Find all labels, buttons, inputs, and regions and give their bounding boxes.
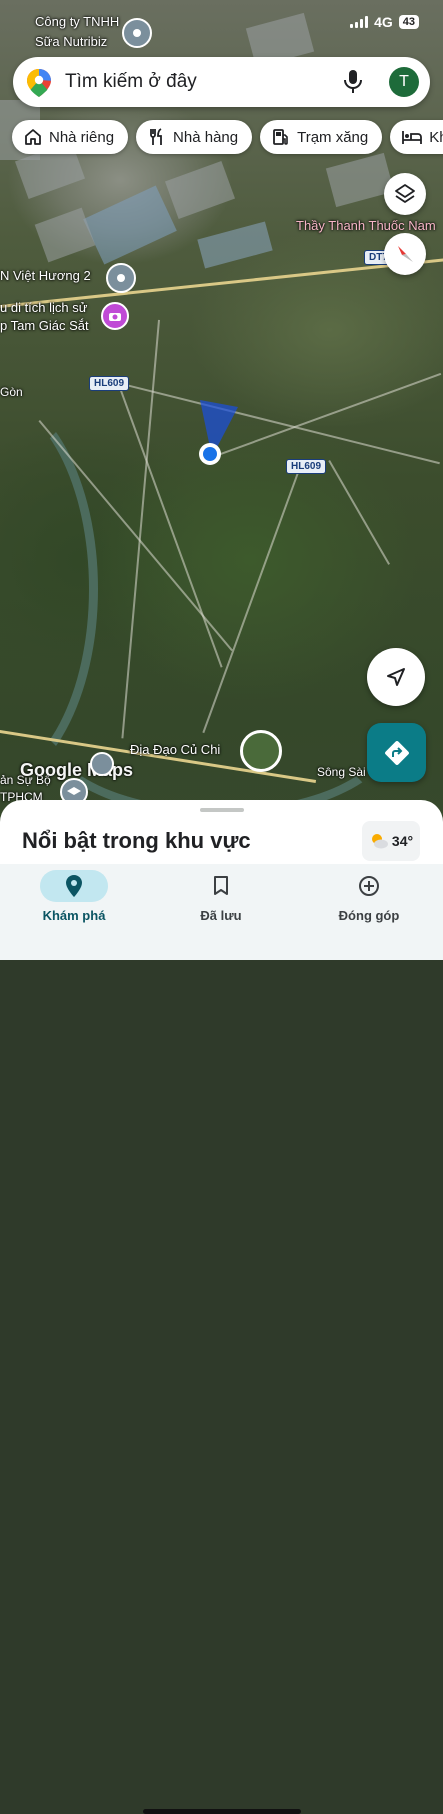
add-circle-icon	[359, 876, 379, 896]
landmark-camera-icon[interactable]	[101, 302, 129, 330]
microphone-icon[interactable]	[343, 69, 363, 100]
navigation-arrow-icon	[387, 668, 405, 686]
layers-button[interactable]	[384, 173, 426, 215]
road-shield: HL609	[286, 459, 327, 474]
directions-icon	[384, 740, 409, 765]
chip-label: Nhà hàng	[173, 128, 239, 146]
nav-explore[interactable]: Khám phá	[14, 870, 134, 923]
layers-icon	[395, 184, 415, 203]
location-pin-icon	[66, 875, 82, 897]
map-label-thay-thanh[interactable]: Thầy Thanh Thuốc Nam	[296, 218, 436, 233]
chip-gas-station[interactable]: Trạm xăng	[260, 120, 383, 154]
bus-stop-icon[interactable]	[90, 752, 114, 776]
restaurant-icon	[150, 128, 162, 145]
chip-label: Kh	[429, 128, 443, 146]
map-label-di-tich[interactable]: u di tích lịch sử	[0, 300, 87, 315]
chip-hotel[interactable]: Kh	[390, 120, 443, 154]
gas-station-icon	[273, 129, 288, 145]
chip-home[interactable]: Nhà riêng	[12, 120, 129, 154]
my-location-button[interactable]	[367, 648, 425, 706]
nav-contribute[interactable]: Đóng góp	[309, 870, 429, 923]
place-photo-thumbnail[interactable]	[240, 730, 282, 772]
search-bar[interactable]: Tìm kiếm ở đây T	[13, 57, 430, 107]
nav-label: Đã lưu	[200, 908, 242, 923]
nav-label: Khám phá	[42, 908, 106, 923]
map-label-tam-giac[interactable]: p Tam Giác Sắt	[0, 318, 89, 333]
signal-icon	[350, 16, 369, 28]
map-label-river: Gòn	[0, 385, 23, 399]
compass-button[interactable]	[384, 233, 426, 275]
weather-badge[interactable]: 34°	[362, 821, 420, 861]
avatar[interactable]: T	[389, 67, 419, 97]
nav-label: Đóng góp	[338, 908, 400, 923]
temperature: 34°	[391, 833, 414, 849]
hotel-icon	[402, 131, 423, 144]
battery-indicator: 43	[398, 15, 419, 29]
home-icon	[25, 129, 41, 145]
partly-cloudy-icon	[371, 834, 388, 849]
bookmark-icon	[214, 876, 228, 895]
network-type: 4G	[374, 14, 393, 30]
map-label-viet-huong[interactable]: N Việt Hương 2	[0, 268, 91, 283]
chip-restaurant[interactable]: Nhà hàng	[136, 120, 253, 154]
search-placeholder[interactable]: Tìm kiếm ở đây	[65, 71, 197, 93]
category-chips: Nhà riêng Nhà hàng Trạm xăng Kh	[12, 120, 443, 154]
map-label-dia-dao[interactable]: Địa Đạo Củ Chi	[130, 742, 220, 757]
google-maps-pin-icon	[27, 69, 51, 102]
compass-icon	[398, 246, 413, 262]
nav-saved[interactable]: Đã lưu	[161, 870, 281, 923]
sheet-title: Nổi bật trong khu vực	[22, 828, 251, 853]
home-indicator[interactable]	[143, 1809, 301, 1814]
chip-label: Nhà riêng	[49, 128, 115, 146]
directions-button[interactable]	[367, 723, 426, 782]
status-bar: 4G 43	[0, 0, 443, 44]
sheet-drag-handle[interactable]	[200, 808, 244, 812]
road-shield: HL609	[89, 376, 130, 391]
bottom-navigation: Khám phá Đã lưu Đóng góp	[0, 864, 443, 1814]
current-location-dot	[199, 443, 221, 465]
building-pin-icon[interactable]	[106, 263, 136, 293]
chip-label: Trạm xăng	[297, 128, 369, 146]
